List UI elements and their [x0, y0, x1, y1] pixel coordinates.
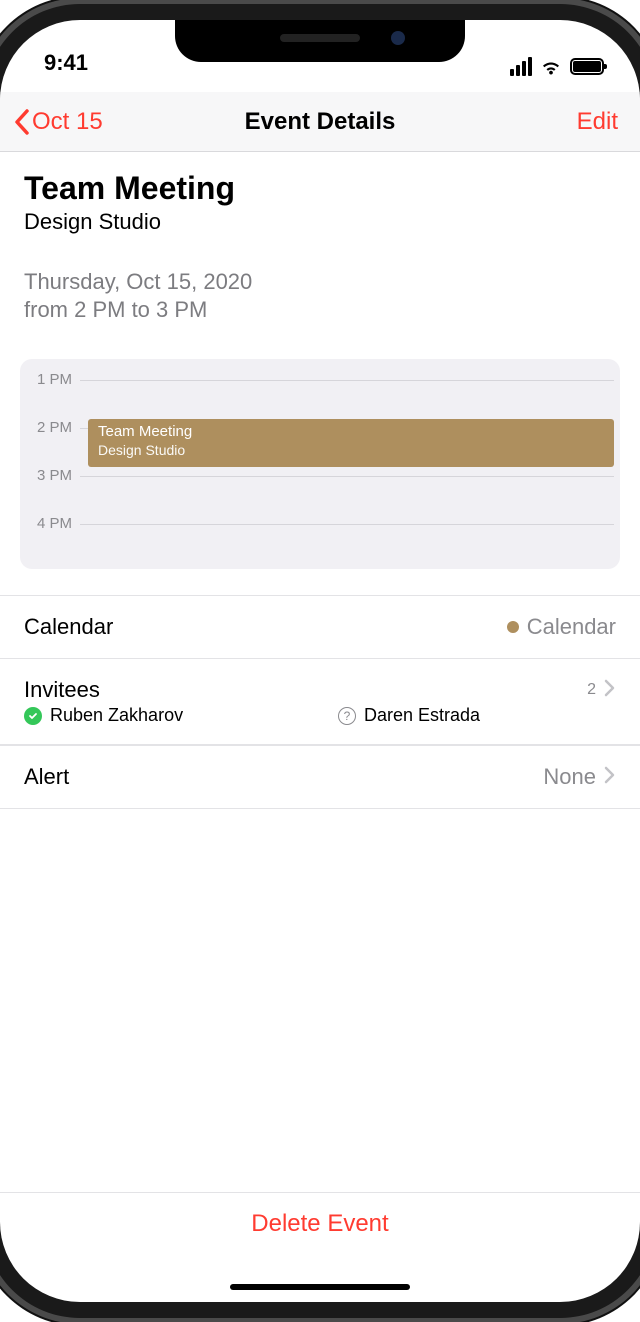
wifi-icon [540, 59, 562, 75]
chevron-right-icon [604, 679, 616, 702]
timeline-event-title: Team Meeting [98, 423, 604, 441]
timeline-slot-label: 3 PM [20, 467, 80, 484]
back-button[interactable]: Oct 15 [14, 108, 103, 136]
timeline-slot-label: 2 PM [20, 419, 80, 436]
content: Team Meeting Design Studio Thursday, Oct… [0, 152, 640, 1192]
check-circle-icon [24, 707, 42, 725]
calendar-row[interactable]: Calendar Calendar [0, 595, 640, 658]
calendar-value: Calendar [527, 614, 616, 640]
invitee-item: Ruben Zakharov [24, 705, 302, 726]
navigation-bar: Oct 15 Event Details Edit [0, 92, 640, 152]
event-time: from 2 PM to 3 PM [24, 297, 616, 323]
edit-button[interactable]: Edit [577, 108, 618, 136]
page-title: Event Details [20, 108, 620, 136]
alert-label: Alert [24, 764, 543, 790]
timeline-slot-label: 4 PM [20, 515, 80, 532]
invitees-count: 2 [587, 681, 596, 699]
calendar-label: Calendar [24, 614, 507, 640]
calendar-color-dot [507, 621, 519, 633]
question-circle-icon: ? [338, 707, 356, 725]
delete-event-button[interactable]: Delete Event [0, 1193, 640, 1255]
timeline-event-subtitle: Design Studio [98, 441, 604, 459]
timeline-event-block[interactable]: Team Meeting Design Studio [88, 419, 614, 467]
event-location: Design Studio [24, 209, 616, 235]
back-label: Oct 15 [32, 108, 103, 136]
timeline-slot-label: 1 PM [20, 371, 80, 388]
timeline-preview[interactable]: 1 PM 2 PM 3 PM 4 PM Team Meeting Design … [20, 359, 620, 569]
alert-value: None [543, 764, 596, 790]
invitees-list: Ruben Zakharov ? Daren Estrada [0, 705, 640, 745]
battery-icon [570, 58, 604, 75]
invitees-row[interactable]: Invitees 2 [0, 658, 640, 711]
event-date: Thursday, Oct 15, 2020 [24, 269, 616, 295]
alert-row[interactable]: Alert None [0, 745, 640, 809]
chevron-left-icon [14, 109, 30, 135]
chevron-right-icon [604, 764, 616, 790]
home-indicator[interactable] [230, 1284, 410, 1290]
invitee-name: Ruben Zakharov [50, 705, 183, 726]
notch [175, 20, 465, 62]
event-title: Team Meeting [24, 170, 616, 207]
invitee-item: ? Daren Estrada [338, 705, 616, 726]
invitee-name: Daren Estrada [364, 705, 480, 726]
invitees-label: Invitees [24, 677, 587, 703]
phone-frame: 9:41 Oct 15 Event Details Edit Team Meet… [0, 20, 640, 1302]
cellular-signal-icon [510, 57, 532, 76]
footer: Delete Event [0, 1192, 640, 1302]
